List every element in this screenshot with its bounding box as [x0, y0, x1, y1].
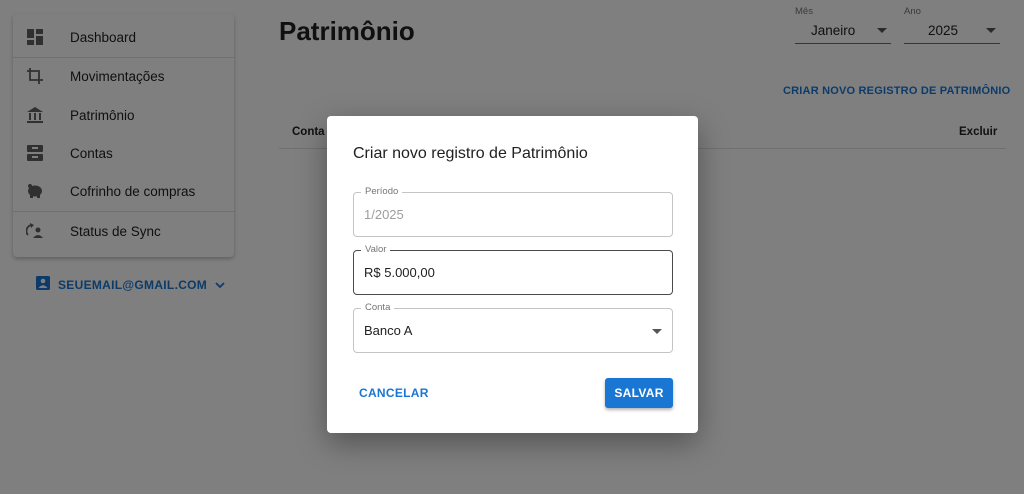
account-label: Conta: [361, 302, 395, 313]
period-field: Período 1/2025: [353, 186, 673, 237]
account-select[interactable]: Conta Banco A: [353, 302, 673, 353]
create-record-dialog: Criar novo registro de Patrimônio Períod…: [327, 116, 698, 433]
app-page: Dashboard Movimentações Patrimônio Conta…: [0, 0, 1024, 494]
value-label: Valor: [361, 244, 391, 255]
value-input[interactable]: Valor R$ 5.000,00: [353, 244, 673, 295]
dialog-title: Criar novo registro de Patrimônio: [353, 145, 588, 162]
value-text: R$ 5.000,00: [364, 265, 435, 280]
period-value: 1/2025: [364, 207, 404, 222]
save-button[interactable]: SALVAR: [605, 378, 673, 408]
dropdown-arrow-icon: [652, 329, 662, 334]
cancel-button[interactable]: CANCELAR: [353, 378, 435, 408]
period-label: Período: [361, 186, 403, 197]
account-value: Banco A: [364, 323, 413, 338]
